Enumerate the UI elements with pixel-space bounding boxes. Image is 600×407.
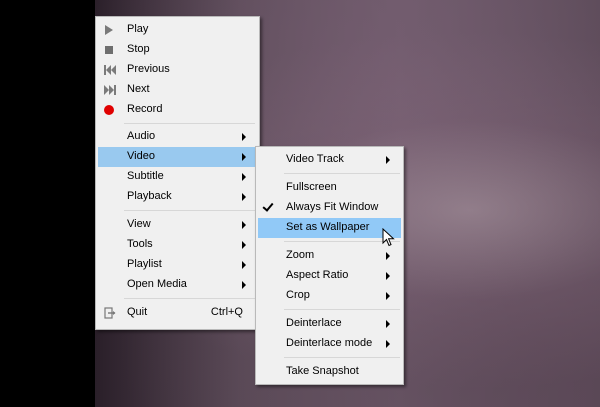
menu-item-view[interactable]: View <box>98 215 257 235</box>
submenu-item-fullscreen[interactable]: Fullscreen <box>258 178 401 198</box>
submenu-item-zoom[interactable]: Zoom <box>258 246 401 266</box>
menu-item-label: Play <box>127 23 149 35</box>
menu-item-label: Aspect Ratio <box>286 269 349 281</box>
submenu-item-always-fit-window[interactable]: Always Fit Window <box>258 198 401 218</box>
menu-item-label: Open Media <box>127 278 187 290</box>
next-icon <box>104 85 116 95</box>
submenu-arrow-icon <box>386 272 390 280</box>
menu-item-playback[interactable]: Playback <box>98 187 257 207</box>
menu-item-label: Take Snapshot <box>286 365 359 377</box>
menu-item-label: Record <box>127 103 163 115</box>
video-letterbox <box>0 0 95 407</box>
menu-separator <box>284 173 400 174</box>
menu-item-label: Playlist <box>127 258 162 270</box>
submenu-arrow-icon <box>242 281 246 289</box>
menu-item-label: Playback <box>127 190 172 202</box>
menu-item-label: Subtitle <box>127 170 164 182</box>
menu-item-label: Fullscreen <box>286 181 337 193</box>
menu-item-label: Previous <box>127 63 170 75</box>
submenu-item-take-snapshot[interactable]: Take Snapshot <box>258 362 401 382</box>
checkmark-icon <box>262 200 274 212</box>
menu-item-label: Quit <box>127 306 148 318</box>
submenu-arrow-icon <box>242 133 246 141</box>
submenu-arrow-icon <box>242 193 246 201</box>
submenu-item-deinterlace[interactable]: Deinterlace <box>258 314 401 334</box>
menu-item-subtitle[interactable]: Subtitle <box>98 167 257 187</box>
menu-item-label: Zoom <box>286 249 315 261</box>
menu-item-quit[interactable]: Quit Ctrl+Q <box>98 303 257 323</box>
submenu-item-set-as-wallpaper[interactable]: Set as Wallpaper <box>258 218 401 238</box>
menu-item-record[interactable]: Record <box>98 100 257 120</box>
quit-icon <box>104 307 116 319</box>
record-icon <box>104 105 114 115</box>
menu-item-video[interactable]: Video <box>98 147 257 167</box>
menu-item-label: Tools <box>127 238 153 250</box>
menu-item-label: Deinterlace mode <box>286 337 373 349</box>
menu-item-label: Crop <box>286 289 310 301</box>
shortcut-label: Ctrl+Q <box>210 306 243 318</box>
submenu-arrow-icon <box>386 340 390 348</box>
menu-item-label: Deinterlace <box>286 317 342 329</box>
menu-separator <box>284 357 400 358</box>
menu-item-label: Next <box>127 83 150 95</box>
menu-item-label: Audio <box>127 130 156 142</box>
menu-item-play[interactable]: Play <box>98 20 257 40</box>
menu-item-audio[interactable]: Audio <box>98 127 257 147</box>
submenu-arrow-icon <box>386 320 390 328</box>
submenu-arrow-icon <box>386 292 390 300</box>
menu-separator <box>124 123 255 124</box>
menu-item-label: Stop <box>127 43 150 55</box>
menu-item-stop[interactable]: Stop <box>98 40 257 60</box>
previous-icon <box>104 65 116 75</box>
menu-item-previous[interactable]: Previous <box>98 60 257 80</box>
menu-item-label: Set as Wallpaper <box>286 221 370 233</box>
menu-separator <box>124 298 255 299</box>
submenu-item-aspect-ratio[interactable]: Aspect Ratio <box>258 266 401 286</box>
menu-item-tools[interactable]: Tools <box>98 235 257 255</box>
menu-item-label: Always Fit Window <box>286 201 379 213</box>
submenu-arrow-icon <box>242 261 246 269</box>
context-menu: Play Stop Previous Next Record Audio Vid… <box>95 16 260 330</box>
mouse-cursor-icon <box>382 228 395 247</box>
menu-separator <box>284 309 400 310</box>
submenu-item-video-track[interactable]: Video Track <box>258 150 401 170</box>
submenu-arrow-icon <box>242 241 246 249</box>
submenu-arrow-icon <box>242 153 246 161</box>
menu-item-next[interactable]: Next <box>98 80 257 100</box>
submenu-arrow-icon <box>386 252 390 260</box>
menu-item-label: View <box>127 218 151 230</box>
menu-separator <box>124 210 255 211</box>
submenu-item-crop[interactable]: Crop <box>258 286 401 306</box>
submenu-item-deinterlace-mode[interactable]: Deinterlace mode <box>258 334 401 354</box>
submenu-arrow-icon <box>386 156 390 164</box>
menu-item-label: Video <box>127 150 155 162</box>
submenu-arrow-icon <box>242 173 246 181</box>
submenu-arrow-icon <box>242 221 246 229</box>
stop-icon <box>105 46 113 54</box>
menu-item-playlist[interactable]: Playlist <box>98 255 257 275</box>
menu-item-label: Video Track <box>286 153 344 165</box>
menu-item-open-media[interactable]: Open Media <box>98 275 257 295</box>
play-icon <box>105 25 113 35</box>
video-submenu: Video Track Fullscreen Always Fit Window… <box>255 146 404 385</box>
